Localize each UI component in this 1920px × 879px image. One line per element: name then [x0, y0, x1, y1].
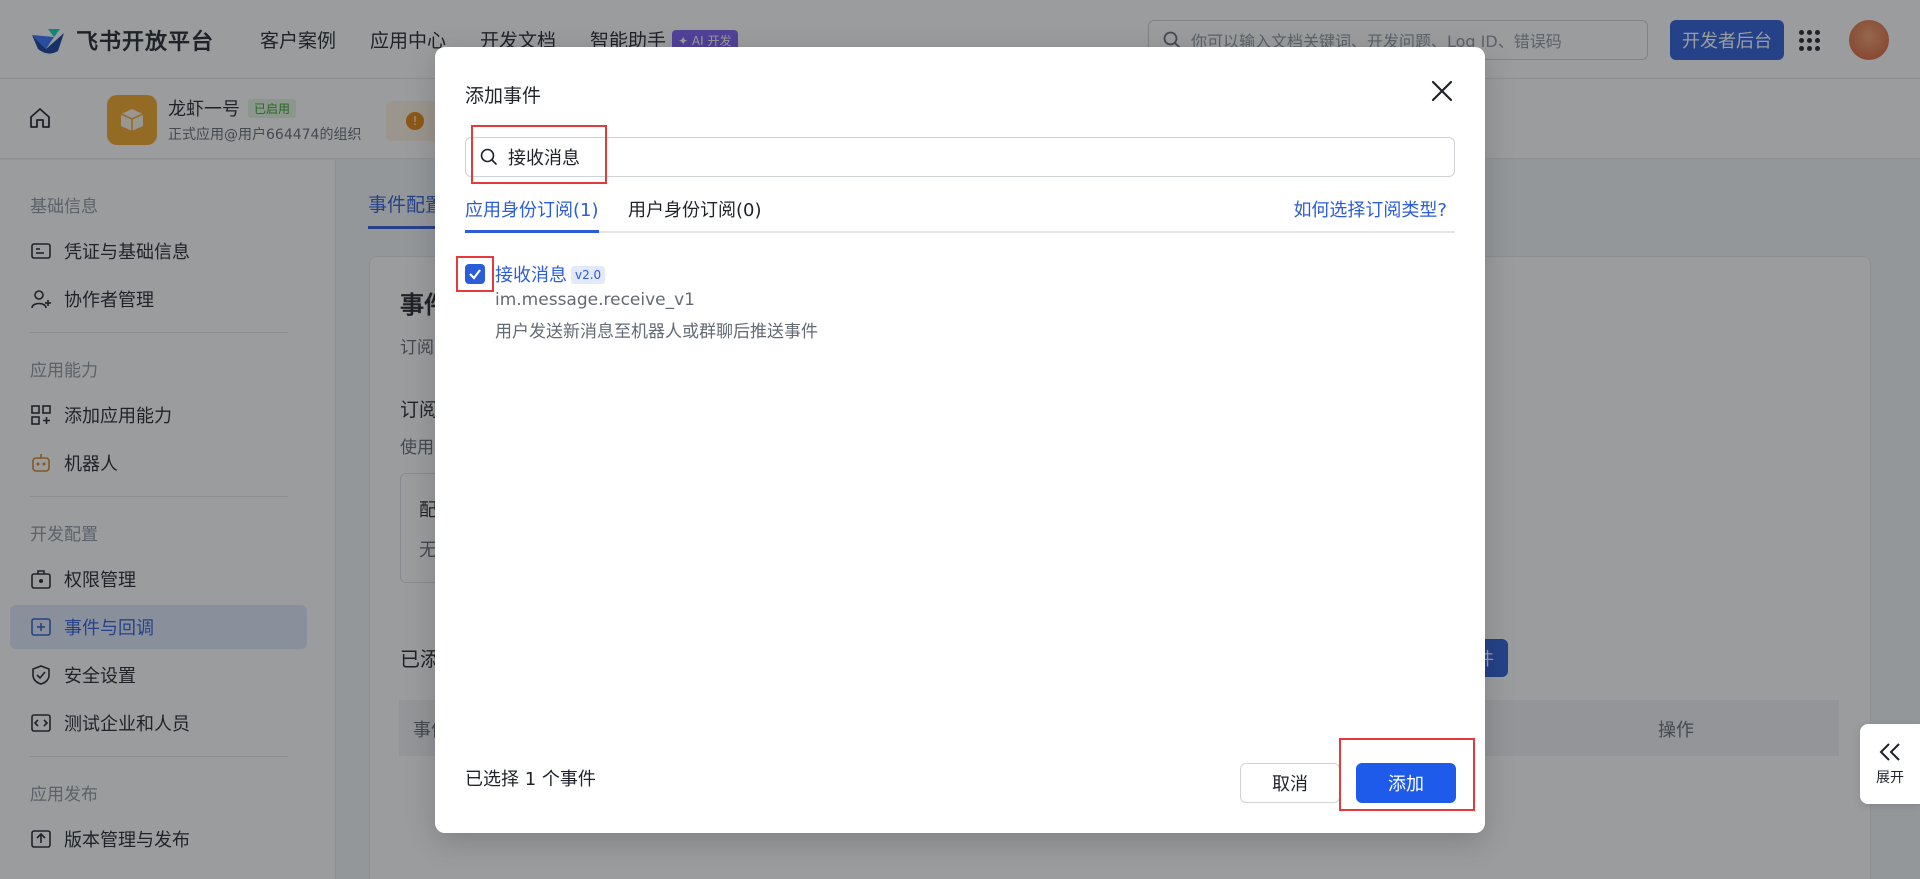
expand-label: 展开 [1876, 770, 1904, 786]
double-chevron-left-icon [1879, 743, 1900, 761]
expand-panel-button[interactable]: 展开 [1860, 724, 1920, 804]
event-key: im.message.receive_v1 [495, 290, 695, 310]
cancel-button[interactable]: 取消 [1240, 763, 1340, 803]
check-icon [469, 269, 481, 280]
add-event-modal: 添加事件 应用身份订阅(1) 用户身份订阅(0) 如何选择订阅类型? 接收消息v… [435, 47, 1485, 833]
event-search-field[interactable] [465, 137, 1455, 177]
event-name-text: 接收消息 [495, 265, 567, 286]
selected-count-text: 已选择 1 个事件 [465, 769, 596, 790]
event-checkbox[interactable] [465, 264, 485, 284]
tab-user-identity[interactable]: 用户身份订阅(0) [628, 196, 762, 222]
search-icon [480, 148, 498, 166]
tab-app-identity[interactable]: 应用身份订阅(1) [465, 196, 599, 233]
event-description: 用户发送新消息至机器人或群聊后推送事件 [495, 322, 818, 342]
event-name[interactable]: 接收消息 v2.0 [495, 261, 606, 287]
subscription-tabs: 应用身份订阅(1) 用户身份订阅(0) 如何选择订阅类型? [465, 187, 1455, 233]
version-badge: v2.0 [571, 266, 606, 284]
modal-title: 添加事件 [465, 85, 542, 107]
close-icon[interactable] [1429, 78, 1455, 104]
event-search-input[interactable] [508, 146, 1408, 168]
add-button[interactable]: 添加 [1356, 763, 1456, 803]
subscription-help-link[interactable]: 如何选择订阅类型? [1293, 196, 1447, 222]
